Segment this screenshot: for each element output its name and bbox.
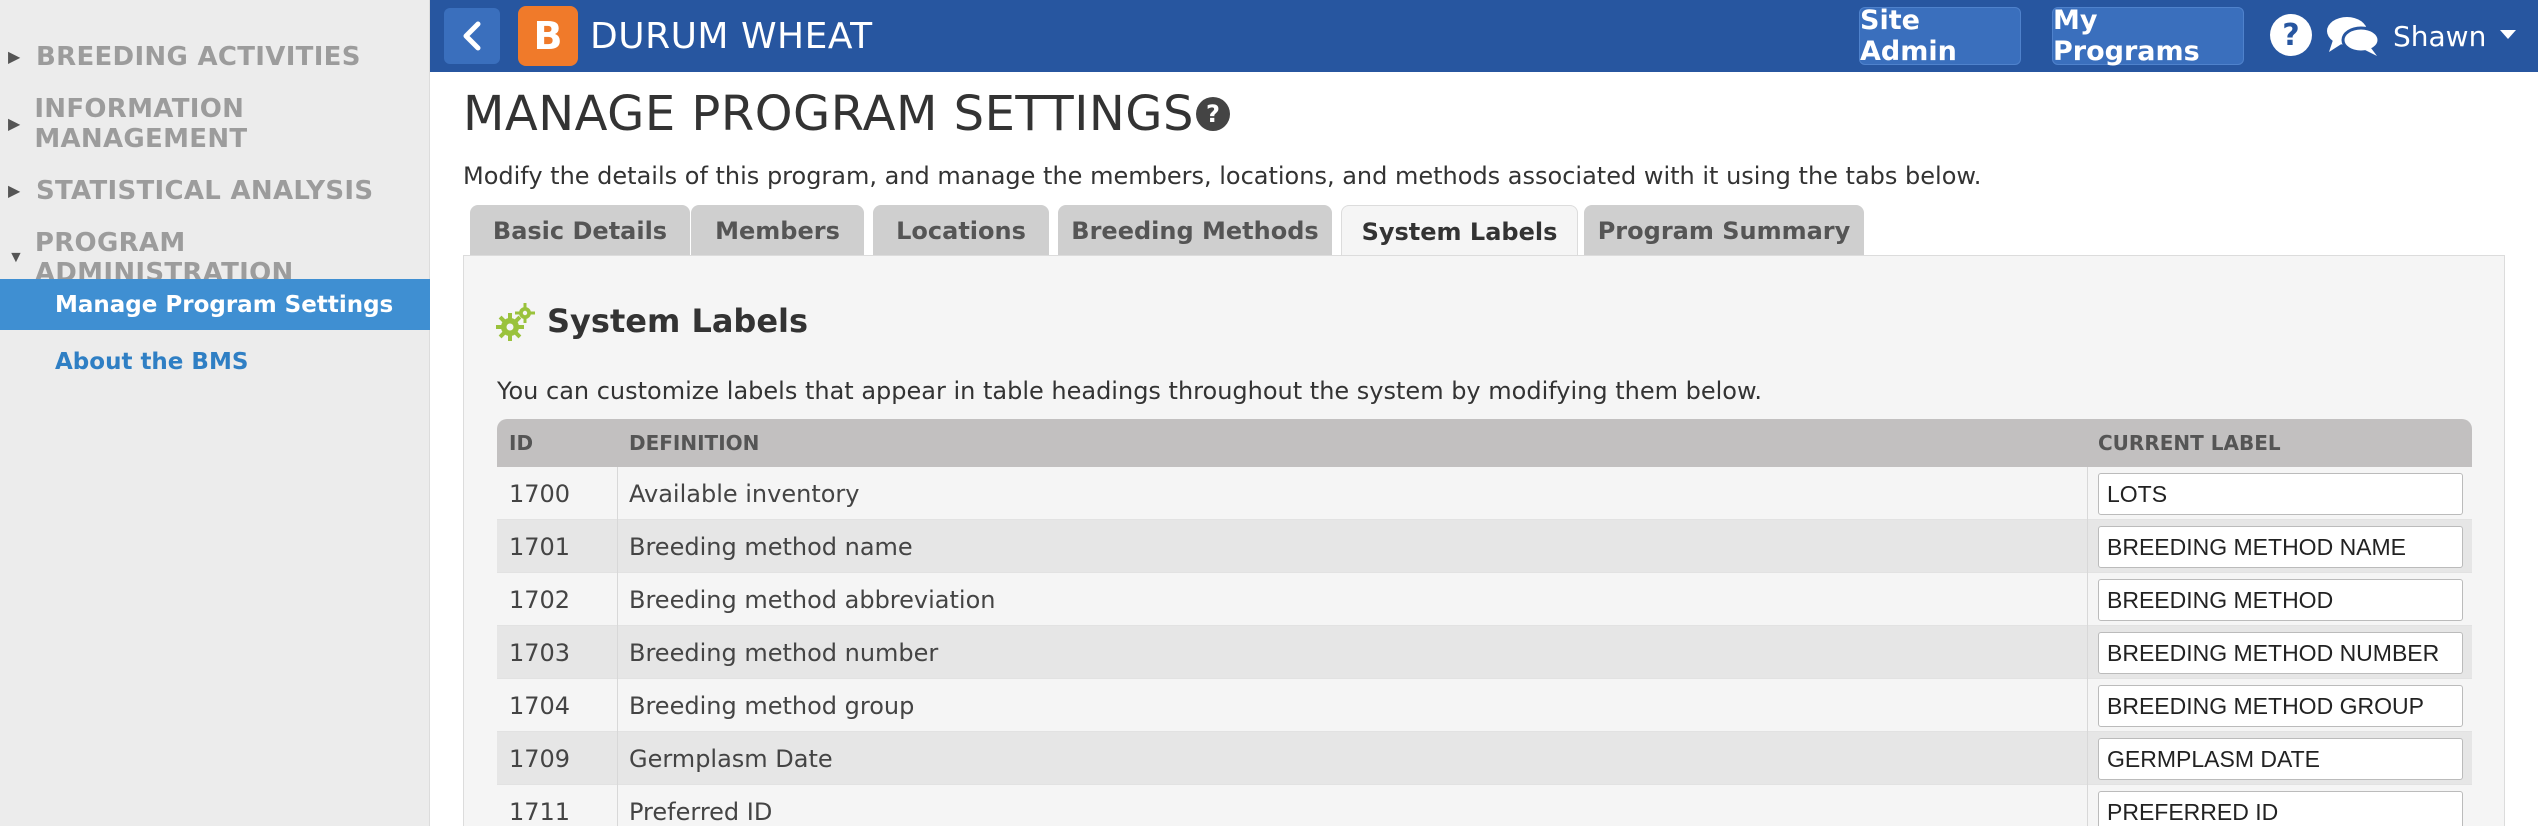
- row-id: 1701: [509, 532, 571, 561]
- caret-right-icon: ▶: [8, 116, 21, 133]
- sidebar-item-label: About the BMS: [55, 349, 249, 375]
- row-definition: Germplasm Date: [629, 744, 833, 773]
- panel-description: You can customize labels that appear in …: [497, 377, 1763, 405]
- user-menu[interactable]: Shawn: [2393, 0, 2486, 72]
- current-label-input[interactable]: [2098, 526, 2463, 568]
- help-icon[interactable]: ?: [2270, 14, 2312, 56]
- column-header-id[interactable]: ID: [509, 419, 533, 467]
- sidebar-item-manage-program-settings[interactable]: Manage Program Settings: [0, 279, 430, 330]
- tab-basic-details[interactable]: Basic Details: [470, 205, 690, 256]
- gears-icon: [496, 303, 535, 341]
- tab-breeding-methods[interactable]: Breeding Methods: [1058, 205, 1332, 256]
- current-label-input[interactable]: [2098, 685, 2463, 727]
- column-header-current-label[interactable]: CURRENT LABEL: [2098, 419, 2281, 467]
- current-label-input[interactable]: [2098, 632, 2463, 674]
- site-admin-button[interactable]: Site Admin: [1859, 5, 2021, 67]
- top-navbar: B DURUM WHEAT Site Admin My Programs ? S…: [430, 0, 2538, 72]
- help-icon[interactable]: ?: [1196, 97, 1230, 131]
- caret-down-icon: ▼: [8, 249, 24, 266]
- table-row: 1702 Breeding method abbreviation: [497, 573, 2472, 626]
- chevron-left-icon: [463, 21, 481, 51]
- caret-down-icon[interactable]: [2500, 30, 2516, 39]
- row-definition: Breeding method number: [629, 638, 939, 667]
- tab-locations[interactable]: Locations: [873, 205, 1049, 256]
- system-labels-table: ID DEFINITION CURRENT LABEL 1700 Availab…: [497, 419, 2472, 826]
- sidebar-section-statistical-analysis[interactable]: ▶ STATISTICAL ANALYSIS: [0, 166, 430, 216]
- row-definition: Breeding method group: [629, 691, 915, 720]
- sidebar-item-about-bms[interactable]: About the BMS: [55, 344, 248, 380]
- panel-title: System Labels: [547, 302, 809, 340]
- sidebar-section-label: BREEDING ACTIVITIES: [36, 42, 361, 72]
- sidebar-section-label: INFORMATION MANAGEMENT: [34, 94, 248, 154]
- tab-system-labels[interactable]: System Labels: [1341, 205, 1578, 257]
- current-label-input[interactable]: [2098, 579, 2463, 621]
- row-definition: Breeding method name: [629, 532, 913, 561]
- sidebar-section-label: STATISTICAL ANALYSIS: [36, 176, 374, 206]
- row-definition: Breeding method abbreviation: [629, 585, 996, 614]
- tab-program-summary[interactable]: Program Summary: [1584, 205, 1864, 256]
- row-id: 1704: [509, 691, 571, 720]
- row-id: 1711: [509, 797, 571, 826]
- table-row: 1704 Breeding method group: [497, 679, 2472, 732]
- sidebar-section-breeding-activities[interactable]: ▶ BREEDING ACTIVITIES: [0, 32, 430, 82]
- table-row: 1701 Breeding method name: [497, 520, 2472, 573]
- current-label-input[interactable]: [2098, 473, 2463, 515]
- logo-letter: B: [533, 14, 563, 58]
- column-header-definition[interactable]: DEFINITION: [629, 419, 759, 467]
- bms-logo: B: [518, 6, 578, 66]
- row-id: 1709: [509, 744, 571, 773]
- current-label-input[interactable]: [2098, 738, 2463, 780]
- table-row: 1711 Preferred ID: [497, 785, 2472, 826]
- table-row: 1700 Available inventory: [497, 467, 2472, 520]
- sidebar-section-information-management[interactable]: ▶ INFORMATION MANAGEMENT: [0, 94, 430, 154]
- chat-icon[interactable]: [2325, 14, 2381, 58]
- row-id: 1703: [509, 638, 571, 667]
- row-id: 1702: [509, 585, 571, 614]
- tab-members[interactable]: Members: [691, 205, 864, 256]
- sidebar-item-label: Manage Program Settings: [55, 291, 394, 318]
- caret-right-icon: ▶: [8, 49, 21, 66]
- back-button[interactable]: [444, 8, 500, 64]
- row-definition: Preferred ID: [629, 797, 773, 826]
- current-label-input[interactable]: [2098, 791, 2463, 826]
- table-header: ID DEFINITION CURRENT LABEL: [497, 419, 2472, 467]
- row-id: 1700: [509, 479, 571, 508]
- page-title: MANAGE PROGRAM SETTINGS: [463, 86, 1194, 142]
- sidebar-section-program-administration[interactable]: ▼ PROGRAM ADMINISTRATION: [0, 228, 430, 288]
- page-intro: Modify the details of this program, and …: [463, 162, 1982, 190]
- program-name[interactable]: DURUM WHEAT: [590, 0, 873, 72]
- sidebar: ▶ BREEDING ACTIVITIES ▶ INFORMATION MANA…: [0, 0, 430, 826]
- table-row: 1703 Breeding method number: [497, 626, 2472, 679]
- table-row: 1709 Germplasm Date: [497, 732, 2472, 785]
- row-definition: Available inventory: [629, 479, 860, 508]
- my-programs-button[interactable]: My Programs: [2052, 5, 2244, 67]
- caret-right-icon: ▶: [8, 183, 21, 200]
